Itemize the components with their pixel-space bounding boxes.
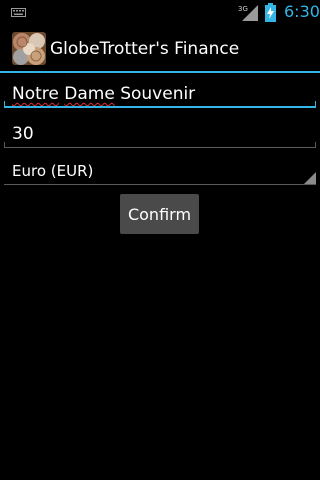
network-type-label: 3G [238, 5, 248, 13]
keyboard-icon [11, 8, 26, 17]
item-name-input[interactable]: Notre Dame Souvenir [4, 80, 316, 110]
dropdown-triangle-icon [304, 172, 316, 184]
coins-icon[interactable] [12, 32, 46, 65]
currency-underline [4, 184, 316, 185]
item-name-word: Souvenir [120, 84, 196, 104]
status-time: 6:30 [284, 2, 320, 21]
action-bar-divider [0, 71, 320, 73]
action-bar: GlobeTrotter's Finance [0, 25, 320, 72]
currency-selected-value: Euro (EUR) [12, 162, 94, 180]
app-title: GlobeTrotter's Finance [50, 39, 240, 59]
status-bar: 3G 6:30 [0, 0, 320, 25]
item-name-underline [4, 106, 316, 108]
amount-value: 30 [12, 124, 34, 144]
currency-select[interactable]: Euro (EUR) [4, 158, 316, 188]
item-name-word: Notre [12, 84, 59, 104]
amount-input[interactable]: 30 [4, 120, 316, 150]
item-name-word: Dame [64, 84, 115, 104]
item-name-value: Notre Dame Souvenir [12, 84, 195, 104]
confirm-button[interactable]: Confirm [120, 194, 199, 234]
battery-charging-icon [265, 3, 276, 22]
signal-icon: 3G [238, 5, 258, 21]
amount-underline [4, 147, 316, 148]
